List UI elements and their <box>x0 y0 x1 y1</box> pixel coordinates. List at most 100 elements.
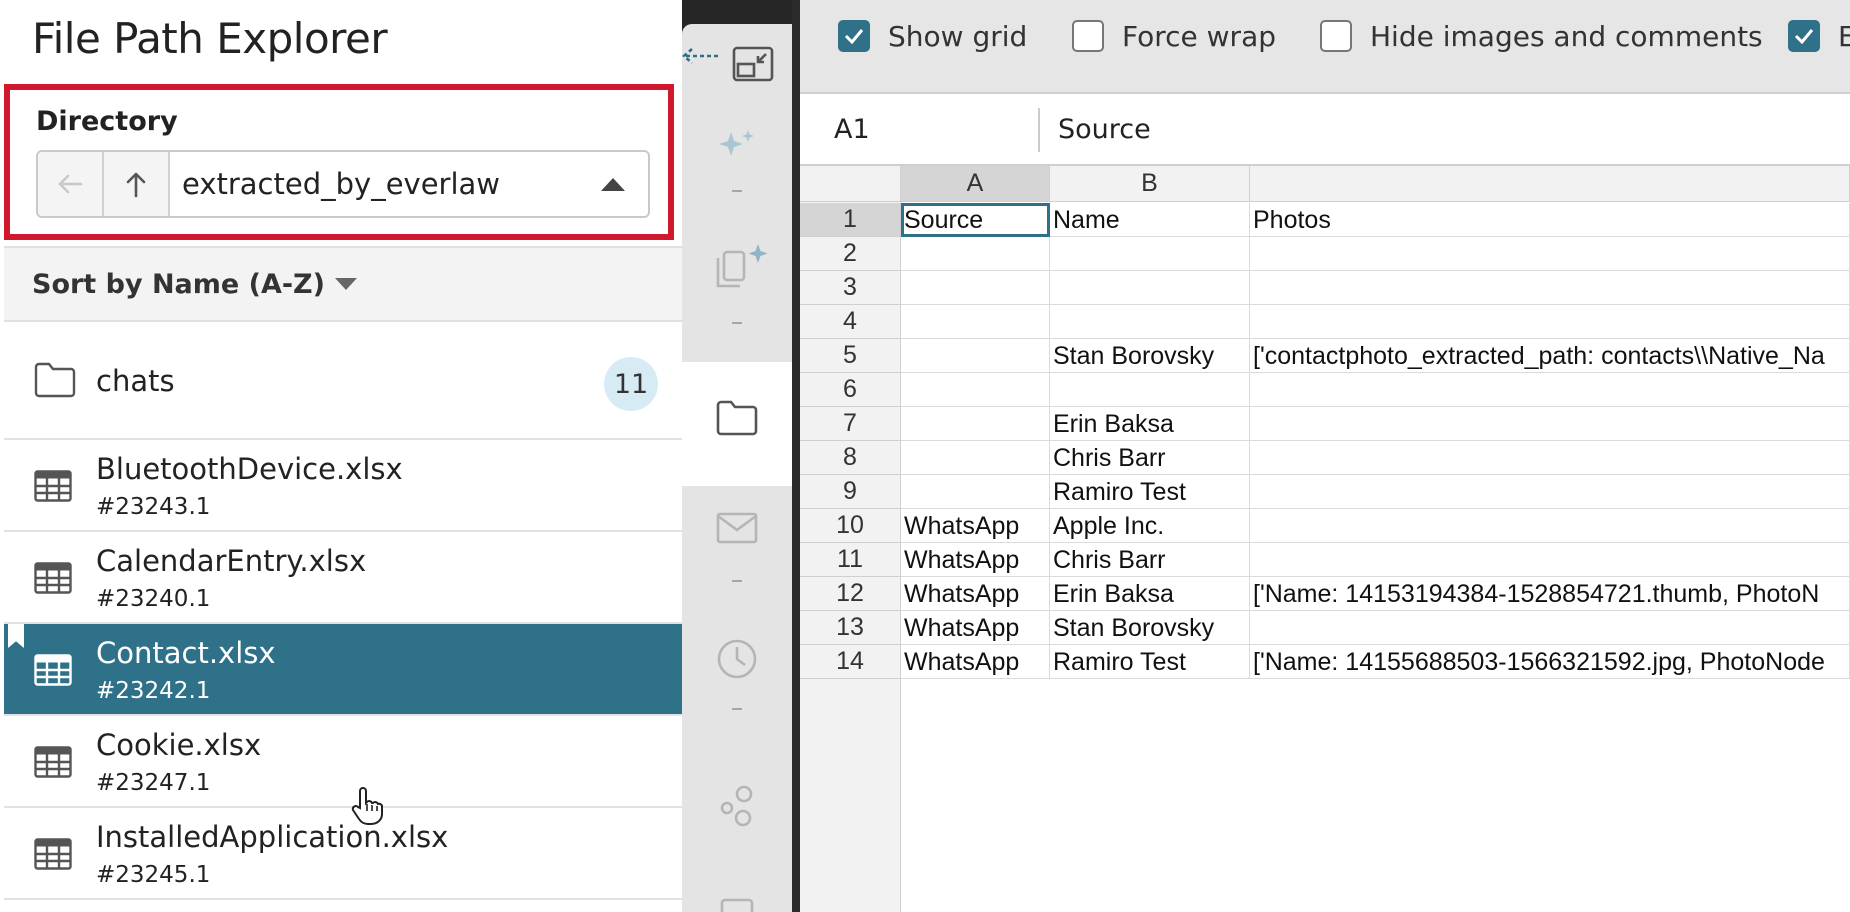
extra-option[interactable]: E <box>1788 18 1850 54</box>
table-cell[interactable]: ['contactphoto_extracted_path: contacts\… <box>1250 339 1850 373</box>
row-header[interactable]: 4 <box>800 305 901 339</box>
table-cell[interactable] <box>1050 373 1250 407</box>
table-cell[interactable]: Ramiro Test <box>1050 475 1250 509</box>
table-cell[interactable]: Erin Baksa <box>1050 577 1250 611</box>
strip-item-more[interactable] <box>682 898 792 912</box>
table-cell[interactable] <box>901 237 1050 271</box>
table-cell[interactable] <box>901 339 1050 373</box>
table-cell[interactable] <box>1250 441 1850 475</box>
table-cell[interactable] <box>1250 475 1850 509</box>
strip-item-history[interactable] <box>682 638 792 680</box>
table-cell[interactable]: Stan Borovsky <box>1050 611 1250 645</box>
cell-value: Source <box>1058 114 1151 145</box>
table-cell[interactable]: Chris Barr <box>1050 543 1250 577</box>
sparkle-icon <box>719 130 754 156</box>
table-cell[interactable] <box>901 407 1050 441</box>
hide-images-option[interactable]: Hide images and comments <box>1320 18 1763 54</box>
table-cell[interactable]: ['Name: 14155688503-1566321592.jpg, Phot… <box>1250 645 1850 679</box>
table-cell[interactable] <box>1250 271 1850 305</box>
back-button[interactable] <box>38 152 104 216</box>
file-item[interactable]: BluetoothDevice.xlsx #23243.1 <box>4 440 682 532</box>
row-header[interactable]: 14 <box>800 645 901 679</box>
row-header[interactable]: 13 <box>800 611 901 645</box>
hide-images-checkbox[interactable] <box>1320 20 1352 52</box>
folder-item-chats[interactable]: chats 11 <box>4 324 682 440</box>
hand-pointer-icon <box>351 787 383 825</box>
table-cell[interactable] <box>901 475 1050 509</box>
table-cell[interactable]: ['Name: 14153194384-1528854721.thumb, Ph… <box>1250 577 1850 611</box>
table-cell[interactable] <box>901 305 1050 339</box>
table-cell[interactable] <box>1050 305 1250 339</box>
table-cell[interactable] <box>901 271 1050 305</box>
row-header[interactable]: 9 <box>800 475 901 509</box>
row-header[interactable]: 1 <box>800 203 901 237</box>
active-cell[interactable]: Source <box>901 203 1050 237</box>
column-header[interactable]: A <box>901 166 1050 202</box>
table-cell[interactable] <box>1250 407 1850 441</box>
directory-selector: extracted_by_everlaw <box>36 150 650 218</box>
table-cell[interactable] <box>1250 237 1850 271</box>
strip-item-clusters[interactable] <box>682 784 792 828</box>
row-header[interactable]: 2 <box>800 237 901 271</box>
table-cell[interactable]: Erin Baksa <box>1050 407 1250 441</box>
select-all-corner[interactable] <box>800 166 901 202</box>
sort-label: Sort by Name (A-Z) <box>32 268 325 300</box>
collapse-arrow-icon[interactable] <box>680 46 720 66</box>
table-cell[interactable] <box>1250 373 1850 407</box>
row-header[interactable]: 5 <box>800 339 901 373</box>
column-header[interactable] <box>1250 166 1850 202</box>
file-item[interactable]: InstalledApplication.xlsx #23245.1 <box>4 808 682 900</box>
table-cell[interactable]: Chris Barr <box>1050 441 1250 475</box>
table-cell[interactable] <box>1250 611 1850 645</box>
force-wrap-checkbox[interactable] <box>1072 20 1104 52</box>
row-header[interactable]: 7 <box>800 407 901 441</box>
strip-item-copy[interactable] <box>682 242 792 292</box>
item-id: #23242.1 <box>96 678 211 704</box>
bookmark-icon <box>8 624 24 648</box>
spreadsheet-icon <box>34 746 72 778</box>
table-cell[interactable] <box>1250 543 1850 577</box>
file-item[interactable]: CalendarEntry.xlsx #23240.1 <box>4 532 682 624</box>
table-cell[interactable]: Photos <box>1250 203 1850 237</box>
caret-up-icon <box>601 178 625 191</box>
table-cell[interactable]: WhatsApp <box>901 577 1050 611</box>
table-cell[interactable] <box>901 373 1050 407</box>
directory-input[interactable]: extracted_by_everlaw <box>170 152 578 216</box>
table-cell[interactable]: Name <box>1050 203 1250 237</box>
table-cell[interactable]: WhatsApp <box>901 543 1050 577</box>
row-header[interactable]: 6 <box>800 373 901 407</box>
show-grid-option[interactable]: Show grid <box>838 18 1027 54</box>
row-header[interactable]: 10 <box>800 509 901 543</box>
strip-item-mail[interactable] <box>682 512 792 544</box>
table-cell[interactable] <box>1050 237 1250 271</box>
up-directory-button[interactable] <box>104 152 170 216</box>
spreadsheet-grid: AB 1 Source Name Photos 2 3 4 5 Stan Borovsky ['c… <box>800 166 1850 912</box>
spreadsheet-viewer: Show grid Force wrap Hide images and com… <box>800 0 1850 912</box>
table-cell[interactable]: Apple Inc. <box>1050 509 1250 543</box>
file-item[interactable]: Cookie.xlsx #23247.1 <box>4 716 682 808</box>
table-cell[interactable] <box>901 441 1050 475</box>
row-header[interactable]: 3 <box>800 271 901 305</box>
sort-dropdown[interactable]: Sort by Name (A-Z) <box>4 246 682 322</box>
table-cell[interactable]: WhatsApp <box>901 611 1050 645</box>
file-item-selected[interactable]: Contact.xlsx #23242.1 <box>4 624 682 716</box>
show-grid-checkbox[interactable] <box>838 20 870 52</box>
table-cell[interactable]: Stan Borovsky <box>1050 339 1250 373</box>
row-header[interactable]: 12 <box>800 577 901 611</box>
table-cell[interactable] <box>1250 305 1850 339</box>
table-cell[interactable]: Ramiro Test <box>1050 645 1250 679</box>
minimize-window-icon[interactable] <box>732 46 774 82</box>
table-cell[interactable] <box>1050 271 1250 305</box>
file-list: chats 11 BluetoothDevice.xlsx #23243.1 C… <box>4 324 682 900</box>
table-cell[interactable]: WhatsApp <box>901 509 1050 543</box>
column-header[interactable]: B <box>1050 166 1250 202</box>
table-cell[interactable]: WhatsApp <box>901 645 1050 679</box>
directory-dropdown-toggle[interactable] <box>578 152 648 216</box>
strip-item-files[interactable] <box>682 400 792 436</box>
strip-item-ai[interactable] <box>682 128 792 164</box>
extra-checkbox[interactable] <box>1788 20 1820 52</box>
table-cell[interactable] <box>1250 509 1850 543</box>
row-header[interactable]: 8 <box>800 441 901 475</box>
force-wrap-option[interactable]: Force wrap <box>1072 18 1276 54</box>
row-header[interactable]: 11 <box>800 543 901 577</box>
